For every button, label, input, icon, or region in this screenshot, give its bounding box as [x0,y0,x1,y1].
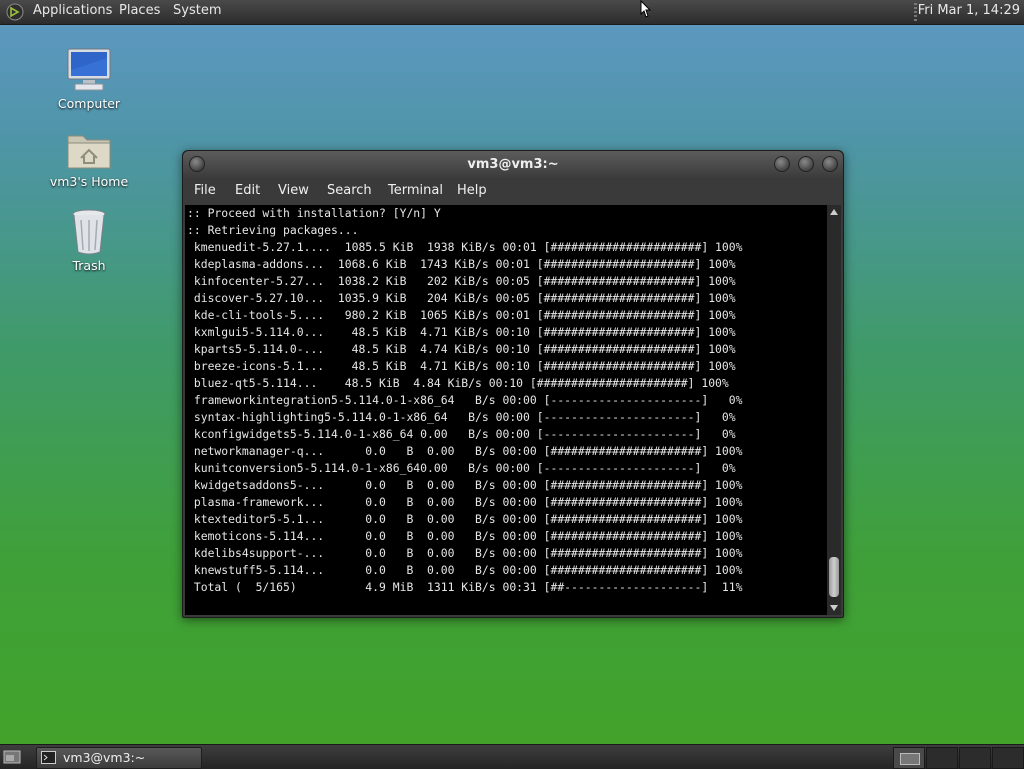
terminal-line: kparts5-5.114.0-... 48.5 KiB 4.74 KiB/s … [187,342,736,356]
terminal-line: kmenuedit-5.27.1.... 1085.5 KiB 1938 KiB… [187,240,743,254]
computer-icon [67,48,111,91]
terminal-line: :: Retrieving packages... [187,223,359,237]
scrollbar-thumb[interactable] [829,557,839,597]
window-title: vm3@vm3:~ [467,157,559,172]
taskbar-item-label: vm3@vm3:~ [63,750,146,765]
desktop-icon-label: Trash [72,258,106,273]
mouse-cursor-icon [640,0,652,18]
terminal-menubar: File Edit View Search Terminal Help [183,179,843,205]
terminal-line: kdelibs4support-... 0.0 B 0.00 B/s 00:00… [187,546,743,560]
terminal-line: frameworkintegration5-5.114.0-1-x86_64 B… [187,393,743,407]
menu-search[interactable]: Search [327,183,372,198]
terminal-line: breeze-icons-5.1... 48.5 KiB 4.71 KiB/s … [187,359,736,373]
terminal-line: kemoticons-5.114... 0.0 B 0.00 B/s 00:00… [187,529,743,543]
desktop-icon-label: Computer [57,96,121,111]
terminal-scrollbar[interactable] [827,205,841,615]
maximize-button[interactable] [798,156,814,172]
terminal-line: kinfocenter-5.27... 1038.2 KiB 202 KiB/s… [187,274,736,288]
workspace-4[interactable] [992,747,1024,769]
terminal-line: ktexteditor5-5.1... 0.0 B 0.00 B/s 00:00… [187,512,743,526]
menu-terminal[interactable]: Terminal [388,183,443,198]
terminal-line: discover-5.27.10... 1035.9 KiB 204 KiB/s… [187,291,736,305]
window-titlebar[interactable]: vm3@vm3:~ [183,151,843,179]
terminal-line: :: Proceed with installation? [Y/n] Y [187,206,441,220]
taskbar-item-terminal[interactable]: vm3@vm3:~ [36,747,202,769]
home-folder-icon [67,135,111,169]
top-panel: Applications Places System Fri Mar 1, 14… [0,0,1024,25]
workspace-window-thumbnail [900,753,920,765]
menu-help[interactable]: Help [457,183,487,198]
clock[interactable]: Fri Mar 1, 14:29 [918,3,1020,18]
workspace-1[interactable] [893,747,925,769]
terminal-line: knewstuff5-5.114... 0.0 B 0.00 B/s 00:00… [187,563,743,577]
menu-view[interactable]: View [278,183,309,198]
terminal-line: bluez-qt5-5.114... 48.5 KiB 4.84 KiB/s 0… [187,376,729,390]
terminal-line: kde-cli-tools-5.... 980.2 KiB 1065 KiB/s… [187,308,736,322]
terminal-line: kdeplasma-addons... 1068.6 KiB 1743 KiB/… [187,257,736,271]
terminal-line: networkmanager-q... 0.0 B 0.00 B/s 00:00… [187,444,743,458]
terminal-line: plasma-framework... 0.0 B 0.00 B/s 00:00… [187,495,743,509]
desktop-icon-trash[interactable]: Trash [44,208,134,273]
show-desktop-icon[interactable] [3,749,21,764]
terminal-window: vm3@vm3:~ File Edit View Search Terminal… [182,150,844,618]
trash-icon [72,209,106,255]
scroll-down-arrow-icon[interactable] [830,605,838,611]
terminal-line: kxmlgui5-5.114.0... 48.5 KiB 4.71 KiB/s … [187,325,736,339]
system-menu[interactable]: System [173,3,221,18]
desktop-icon-computer[interactable]: Computer [44,46,134,111]
places-menu[interactable]: Places [119,3,160,18]
terminal-line: kwidgetsaddons5-... 0.0 B 0.00 B/s 00:00… [187,478,743,492]
terminal-line: syntax-highlighting5-5.114.0-1-x86_64 B/… [187,410,736,424]
minimize-button[interactable] [774,156,790,172]
terminal-lines: :: Proceed with installation? [Y/n] Y:: … [187,205,742,596]
workspace-3[interactable] [959,747,991,769]
workspace-2[interactable] [926,747,958,769]
terminal-line: kconfigwidgets5-5.114.0-1-x86_64 0.00 B/… [187,427,736,441]
terminal-line: kunitconversion5-5.114.0-1-x86_640.00 B/… [187,461,736,475]
distro-logo-icon[interactable] [6,3,24,21]
terminal-line: Total ( 5/165) 4.9 MiB 1311 KiB/s 00:31 … [187,580,743,594]
terminal-icon [41,751,56,764]
applications-menu[interactable]: Applications [33,3,112,18]
terminal-output[interactable]: :: Proceed with installation? [Y/n] Y:: … [185,205,827,615]
menu-edit[interactable]: Edit [235,183,260,198]
menu-file[interactable]: File [194,183,216,198]
scroll-up-arrow-icon[interactable] [830,209,838,215]
bottom-panel: vm3@vm3:~ [0,744,1024,769]
panel-separator [914,3,917,21]
desktop-icon-home[interactable]: vm3's Home [44,130,134,189]
desktop-icon-label: vm3's Home [49,174,129,189]
close-button[interactable] [822,156,838,172]
